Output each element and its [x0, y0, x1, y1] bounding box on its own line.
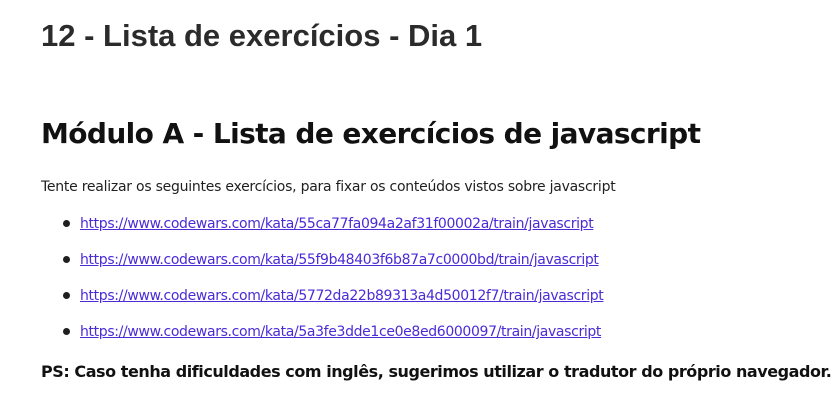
exercise-link-list: https://www.codewars.com/kata/55ca77fa09…	[41, 215, 604, 359]
list-item: https://www.codewars.com/kata/55ca77fa09…	[41, 215, 603, 251]
intro-text: Tente realizar os seguintes exercícios, …	[41, 179, 616, 195]
bullet-icon	[63, 256, 70, 263]
exercise-link-4[interactable]: https://www.codewars.com/kata/5a3fe3dde1…	[80, 324, 601, 340]
list-item: https://www.codewars.com/kata/5a3fe3dde1…	[41, 323, 603, 359]
bullet-icon	[63, 292, 70, 299]
section-title: Módulo A - Lista de exercícios de javasc…	[41, 117, 701, 150]
page-title: 12 - Lista de exercícios - Dia 1	[41, 18, 483, 53]
bullet-icon	[63, 220, 70, 227]
list-item: https://www.codewars.com/kata/55f9b48403…	[41, 251, 603, 287]
ps-note: PS: Caso tenha dificuldades com inglês, …	[41, 362, 832, 381]
bullet-icon	[63, 328, 70, 335]
list-item: https://www.codewars.com/kata/5772da22b8…	[41, 287, 604, 323]
exercise-link-3[interactable]: https://www.codewars.com/kata/5772da22b8…	[80, 288, 604, 304]
exercise-link-1[interactable]: https://www.codewars.com/kata/55ca77fa09…	[80, 216, 594, 232]
exercise-link-2[interactable]: https://www.codewars.com/kata/55f9b48403…	[80, 252, 599, 268]
